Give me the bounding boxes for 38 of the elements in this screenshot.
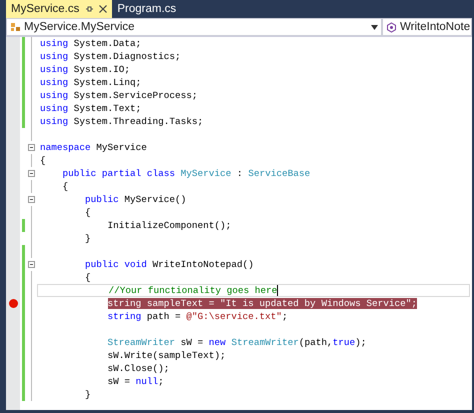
method-icon [386,22,397,32]
code-line: using System.Text; [39,102,142,115]
member-dropdown[interactable]: WriteIntoNote [382,18,472,36]
breakpoint-dot[interactable] [8,299,18,308]
code-line: { [39,154,46,167]
code-line: using System.Linq; [39,76,142,89]
code-line: public void WriteIntoNotepad() [84,258,254,271]
code-line: } [84,232,91,245]
code-line: using System.Threading.Tasks; [39,115,204,128]
code-line: sW.Write(sampleText); [106,349,226,362]
code-line: using System.Diagnostics; [39,50,181,63]
code-line: string path = @"G:\service.txt"; [106,310,288,323]
code-line: using System.Data; [39,37,142,50]
code-line: { [84,206,91,219]
file-tab[interactable]: MyService.cs [6,0,112,18]
collapse-icon[interactable] [28,196,35,203]
code-line: using System.IO; [39,63,130,76]
collapse-icon[interactable] [28,144,35,151]
code-line: sW = null; [106,375,164,388]
file-tab[interactable]: Program.cs [112,0,182,18]
close-icon[interactable] [99,5,108,13]
pin-icon[interactable] [85,5,94,13]
code-line: sW.Close(); [106,362,170,375]
code-line: public MyService() [84,193,186,206]
code-line: public partial class MyService : ServiceBase [62,167,310,180]
code-line: } [84,388,91,401]
code-line: //Your functionality goes here [108,284,278,297]
code-line: { [62,180,68,193]
caret-icon [371,24,378,30]
class-icon [10,22,21,32]
code-line: InitializeComponent(); [106,219,232,232]
collapse-icon[interactable] [28,261,35,268]
code-line: { [84,271,91,284]
code-line: StreamWriter sW = new StreamWriter(path,true); [106,336,366,349]
type-dropdown[interactable]: MyService.MyService [6,18,382,36]
collapse-icon[interactable] [28,170,35,177]
code-line: namespace MyService [39,141,147,154]
code-line: using System.ServiceProcess; [39,89,198,102]
